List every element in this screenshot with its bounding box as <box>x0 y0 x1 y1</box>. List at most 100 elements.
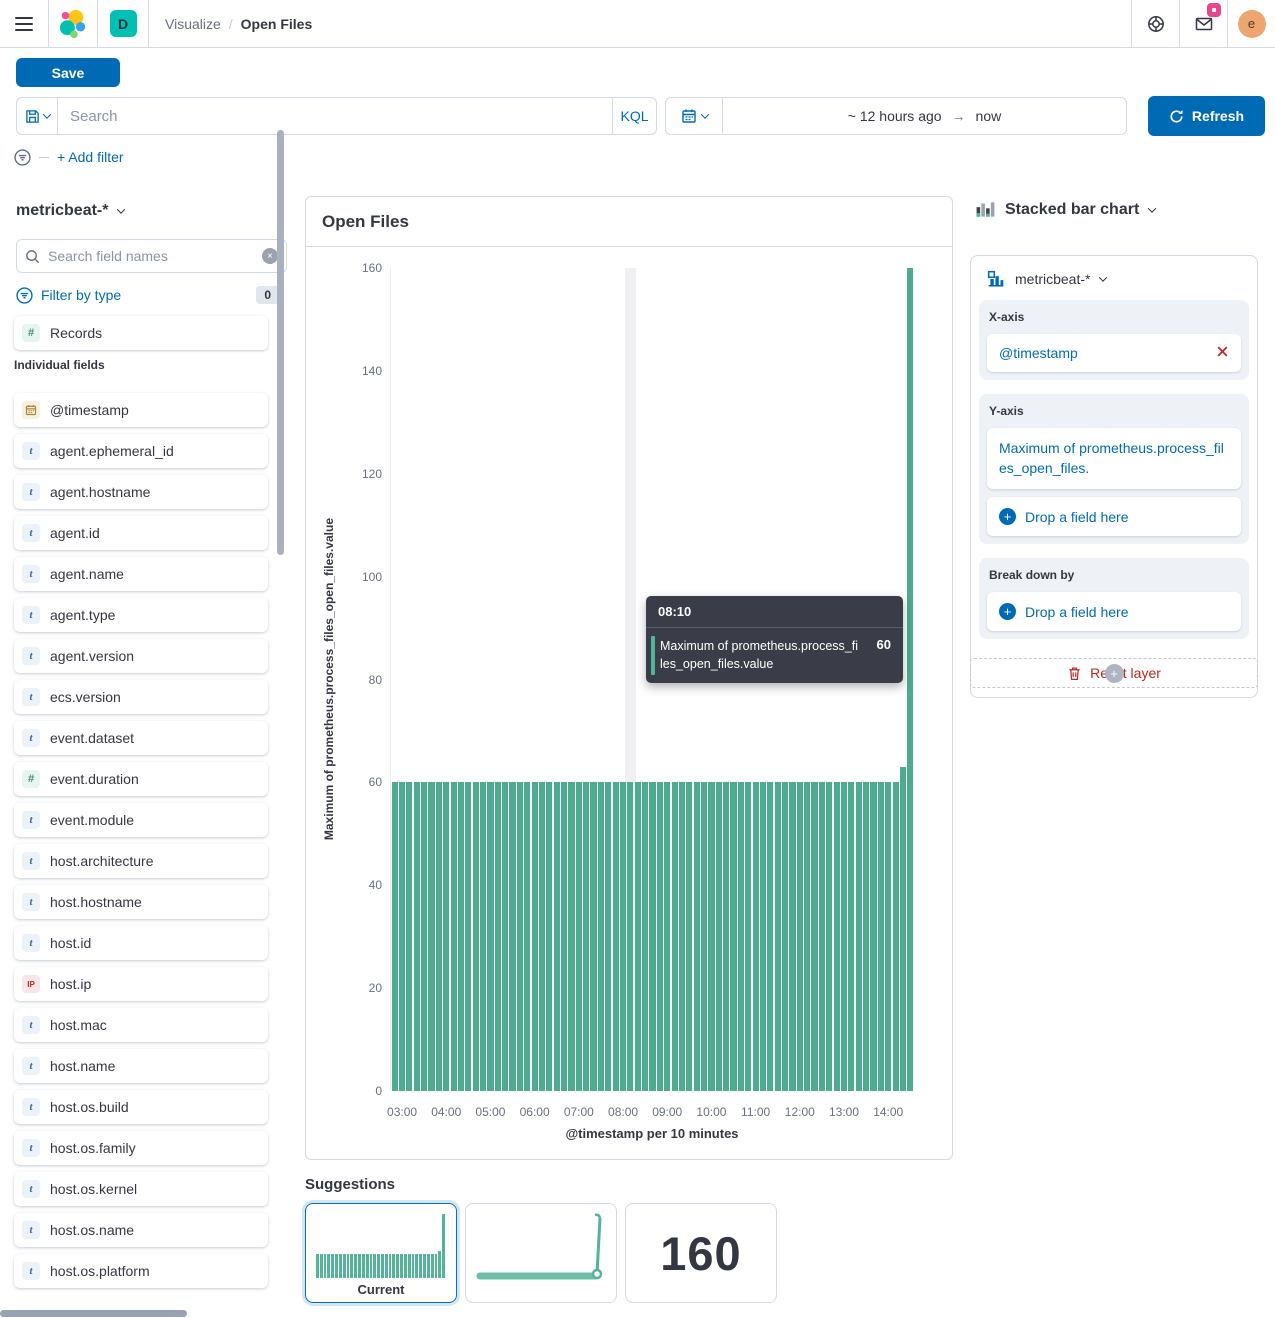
bar[interactable] <box>863 782 869 1091</box>
bar[interactable] <box>576 782 582 1091</box>
field-item[interactable]: tagent.type <box>14 598 268 632</box>
bar[interactable] <box>480 782 486 1091</box>
elastic-logo[interactable] <box>49 0 97 47</box>
bar[interactable] <box>797 782 803 1091</box>
field-item[interactable]: thost.hostname <box>14 885 268 919</box>
bar[interactable] <box>642 782 648 1091</box>
y-axis-dimension[interactable]: Maximum of prometheus.process_files_open… <box>987 428 1241 489</box>
bar[interactable] <box>738 782 744 1091</box>
bar[interactable] <box>701 782 707 1091</box>
bar[interactable] <box>708 782 714 1091</box>
bar[interactable] <box>723 782 729 1091</box>
bar[interactable] <box>679 782 685 1091</box>
bar[interactable] <box>834 782 840 1091</box>
bar[interactable] <box>745 782 751 1091</box>
field-item[interactable]: tevent.dataset <box>14 721 268 755</box>
bar[interactable] <box>635 782 641 1091</box>
field-item[interactable]: thost.os.family <box>14 1131 268 1165</box>
bar[interactable] <box>598 782 604 1091</box>
bar[interactable] <box>502 782 508 1091</box>
field-item[interactable]: tagent.id <box>14 516 268 550</box>
quick-select-button[interactable] <box>666 98 723 134</box>
bar[interactable] <box>782 782 788 1091</box>
add-filter-button[interactable]: + Add filter <box>57 149 124 165</box>
bar[interactable] <box>826 782 832 1091</box>
field-item[interactable]: thost.os.platform <box>14 1254 268 1288</box>
records-field[interactable]: # Records <box>14 316 268 350</box>
field-item[interactable]: tagent.name <box>14 557 268 591</box>
bar[interactable] <box>672 782 678 1091</box>
field-list-scrollbar[interactable] <box>277 130 284 555</box>
user-menu-button[interactable]: e <box>1228 0 1275 47</box>
bar[interactable] <box>885 782 891 1091</box>
bar[interactable] <box>487 782 493 1091</box>
field-item[interactable]: @timestamp <box>14 393 268 427</box>
bar[interactable] <box>657 782 663 1091</box>
field-item[interactable]: thost.os.build <box>14 1090 268 1124</box>
index-pattern-selector[interactable]: metricbeat-* <box>16 202 124 220</box>
bar[interactable] <box>907 268 913 1091</box>
bar[interactable] <box>399 782 405 1091</box>
bar[interactable] <box>546 782 552 1091</box>
kql-button[interactable]: KQL <box>612 98 656 134</box>
space-selector[interactable]: D <box>98 0 148 47</box>
suggestion-line-chart[interactable] <box>465 1203 617 1303</box>
bar[interactable] <box>856 782 862 1091</box>
bar[interactable] <box>804 782 810 1091</box>
bar[interactable] <box>613 782 619 1091</box>
layer-index-pattern-selector[interactable]: metricbeat-* <box>979 264 1249 300</box>
field-item[interactable]: thost.architecture <box>14 844 268 878</box>
bar[interactable] <box>583 782 589 1091</box>
break-down-drop-target[interactable]: + Drop a field here <box>987 592 1241 631</box>
bar[interactable] <box>753 782 759 1091</box>
y-axis-drop-target[interactable]: + Drop a field here <box>987 497 1241 536</box>
add-layer-button[interactable]: + <box>970 658 1258 688</box>
bar[interactable] <box>900 767 906 1091</box>
bar[interactable] <box>664 782 670 1091</box>
bar[interactable] <box>517 782 523 1091</box>
save-button[interactable]: Save <box>16 58 120 87</box>
field-item[interactable]: thost.mac <box>14 1008 268 1042</box>
bar[interactable] <box>524 782 530 1091</box>
bar[interactable] <box>451 782 457 1091</box>
filter-icon[interactable] <box>14 149 31 166</box>
refresh-button[interactable]: Refresh <box>1148 96 1265 136</box>
bar[interactable] <box>532 782 538 1091</box>
bar[interactable] <box>848 782 854 1091</box>
bar[interactable] <box>775 782 781 1091</box>
bar[interactable] <box>414 782 420 1091</box>
field-item[interactable]: tagent.version <box>14 639 268 673</box>
bar[interactable] <box>443 782 449 1091</box>
bar[interactable] <box>458 782 464 1091</box>
bar[interactable] <box>568 782 574 1091</box>
help-button[interactable] <box>1132 0 1179 47</box>
field-item[interactable]: thost.name <box>14 1049 268 1083</box>
saved-query-menu-button[interactable] <box>17 98 58 134</box>
bar[interactable] <box>819 782 825 1091</box>
time-range-button[interactable]: ~ 12 hours ago → now <box>723 98 1126 134</box>
bar[interactable] <box>620 782 626 1091</box>
field-item[interactable]: tecs.version <box>14 680 268 714</box>
bar[interactable] <box>605 782 611 1091</box>
bar[interactable] <box>421 782 427 1091</box>
bar[interactable] <box>473 782 479 1091</box>
field-item[interactable]: thost.os.name <box>14 1213 268 1247</box>
field-item[interactable]: tagent.hostname <box>14 475 268 509</box>
chart-type-selector[interactable]: Stacked bar chart <box>970 200 1258 219</box>
clear-search-button[interactable]: × <box>262 248 278 264</box>
bar[interactable] <box>428 782 434 1091</box>
bar[interactable] <box>590 782 596 1091</box>
bar[interactable] <box>878 782 884 1091</box>
bar[interactable] <box>436 782 442 1091</box>
field-item[interactable]: #event.duration <box>14 762 268 796</box>
bar[interactable] <box>627 782 633 1091</box>
bar[interactable] <box>539 782 545 1091</box>
bar[interactable] <box>495 782 501 1091</box>
filter-by-type-button[interactable]: Filter by type <box>41 287 121 303</box>
search-input[interactable] <box>58 98 612 134</box>
bar[interactable] <box>716 782 722 1091</box>
bar[interactable] <box>893 782 899 1091</box>
field-item[interactable]: thost.id <box>14 926 268 960</box>
bar[interactable] <box>392 782 398 1091</box>
newsfeed-button[interactable] <box>1180 0 1227 47</box>
